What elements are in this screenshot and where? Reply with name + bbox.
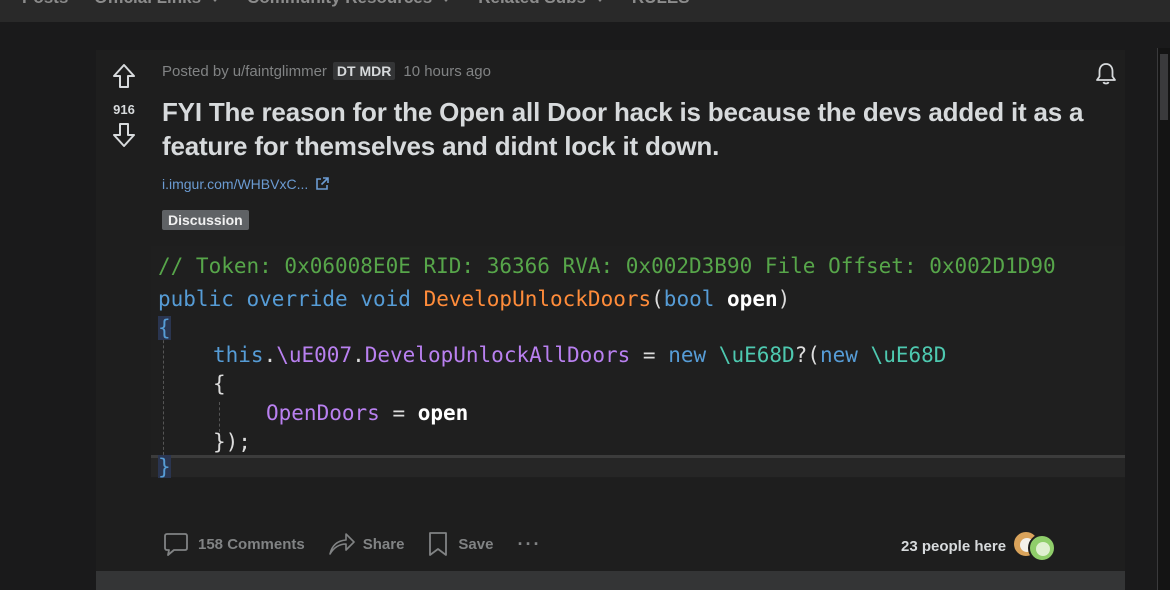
subreddit-nav-bar: Posts Official Links Community Resources Re…: [0, 0, 1170, 22]
code-line-opendoors: OpenDoors = open: [266, 401, 468, 425]
share-button[interactable]: Share: [327, 530, 405, 558]
chevron-down-icon: [209, 0, 222, 2]
code-token: override: [246, 287, 348, 311]
code-token: bool: [663, 287, 715, 311]
post-flair-tag[interactable]: Discussion: [162, 210, 249, 230]
code-token: open: [417, 401, 469, 425]
author-username[interactable]: u/faintglimmer: [233, 63, 327, 80]
nav-item-label[interactable]: RULES: [632, 0, 690, 8]
nav-item-label[interactable]: Posts: [22, 0, 68, 8]
nav-item-label[interactable]: Related Subs: [478, 0, 586, 8]
nav-item-community-resources[interactable]: Community Resources: [247, 0, 453, 8]
code-token: public: [158, 287, 234, 311]
people-here-label: 23 people here: [901, 537, 1007, 555]
code-line-inner-close: });: [213, 430, 251, 454]
nav-item-rules[interactable]: RULES: [632, 0, 690, 8]
indent-guide: [163, 320, 164, 460]
people-here-indicator[interactable]: 23 people here: [901, 530, 1060, 562]
upvote-arrow-icon: [113, 64, 135, 88]
code-line-signature: public override void DevelopUnlockDoors(…: [158, 287, 790, 311]
scrollbar[interactable]: [1157, 48, 1170, 590]
comment-icon: [164, 533, 188, 556]
post-card[interactable]: 916 Posted by u/faintglimmer DT MDR 10 h…: [96, 50, 1125, 590]
code-line-assignment: this.\uE007.DevelopUnlockAllDoors = new …: [213, 343, 946, 367]
user-flair: DT MDR: [332, 62, 396, 80]
external-link[interactable]: i.imgur.com/WHBVxC...: [162, 176, 330, 192]
code-current-line: [151, 455, 1125, 477]
code-token: (: [651, 287, 664, 311]
code-token: new: [819, 343, 858, 367]
code-token: open: [727, 287, 778, 311]
code-token: \uE68D: [718, 343, 795, 367]
comments-count[interactable]: 158 Comments: [198, 536, 305, 553]
link-text[interactable]: i.imgur.com/WHBVxC...: [162, 176, 308, 192]
indent-guide: [219, 402, 220, 432]
external-link-icon: [316, 177, 330, 190]
posted-by-label: Posted by: [162, 62, 229, 80]
next-post-edge: [96, 571, 1125, 590]
share-label[interactable]: Share: [363, 536, 405, 553]
code-token: this: [213, 343, 264, 367]
upvote-button[interactable]: [110, 62, 138, 90]
code-token: .: [263, 343, 277, 367]
code-line-inner-brace: {: [213, 372, 226, 396]
avatar-face: [1036, 542, 1051, 556]
code-line-brace-close: }: [158, 455, 171, 478]
save-button[interactable]: Save: [426, 530, 493, 558]
vote-count: 916: [113, 102, 135, 117]
code-token: new: [668, 343, 707, 367]
nav-item-label[interactable]: Official Links: [94, 0, 201, 8]
share-arrow-icon: [328, 533, 355, 555]
downvote-arrow-icon: [113, 123, 135, 147]
bookmark-icon: [429, 532, 448, 556]
code-token: ?(: [794, 343, 820, 367]
code-token: =: [630, 343, 669, 367]
code-line-comment: // Token: 0x06008E0E RID: 36366 RVA: 0x0…: [158, 254, 1056, 278]
code-line-brace-open: {: [158, 316, 171, 340]
code-token: =: [379, 401, 418, 425]
nav-item-label[interactable]: Community Resources: [247, 0, 432, 8]
code-token: void: [360, 287, 411, 311]
chevron-down-icon: [593, 0, 606, 2]
post-title[interactable]: FYI The reason for the Open all Door hac…: [162, 95, 1112, 163]
code-token: \uE68D: [870, 343, 947, 367]
code-token: DevelopUnlockDoors: [423, 287, 652, 311]
avatar-stack: [1012, 530, 1060, 562]
code-token: OpenDoors: [266, 401, 380, 425]
code-token: ): [777, 287, 791, 311]
avatar: [1028, 534, 1057, 562]
code-token: \uE007: [276, 343, 353, 367]
bell-icon: [1096, 63, 1116, 85]
notification-bell-button[interactable]: [1092, 60, 1120, 88]
downvote-button[interactable]: [110, 121, 138, 149]
code-screenshot[interactable]: // Token: 0x06008E0E RID: 36366 RVA: 0x0…: [151, 246, 1125, 478]
nav-item-posts[interactable]: Posts: [22, 0, 68, 8]
code-token: .: [352, 343, 365, 367]
more-options-button[interactable]: ···: [517, 534, 541, 555]
post-actions: 158 Comments Share Save ···: [162, 530, 541, 558]
code-token: DevelopUnlockAllDoors: [364, 343, 631, 367]
comments-button[interactable]: 158 Comments: [162, 530, 305, 558]
save-label[interactable]: Save: [458, 536, 493, 553]
scrollbar-thumb[interactable]: [1160, 54, 1168, 120]
nav-item-official-links[interactable]: Official Links: [94, 0, 222, 8]
post-meta: Posted by u/faintglimmer DT MDR 10 hours…: [162, 62, 491, 80]
vote-column: 916: [96, 50, 152, 149]
nav-item-related-subs[interactable]: Related Subs: [478, 0, 606, 8]
nav-items: Posts Official Links Community Resources Re…: [22, 0, 716, 8]
chevron-down-icon: [440, 0, 453, 2]
post-time[interactable]: 10 hours ago: [403, 63, 491, 80]
